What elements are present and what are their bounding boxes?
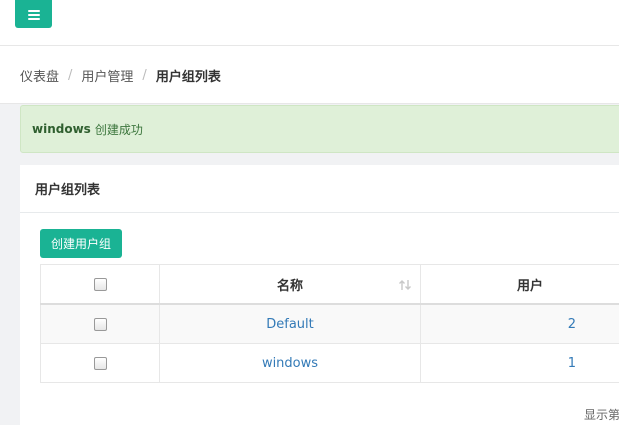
breadcrumb-bar: 仪表盘 / 用户管理 / 用户组列表 [0,46,619,104]
row-select-cell [41,304,160,344]
menu-toggle-button[interactable] [15,0,52,28]
user-count-cell: 2 [421,304,619,344]
breadcrumb-separator: / [68,68,72,83]
hamburger-menu-icon [28,10,40,19]
header-select-cell [41,265,160,305]
top-navbar [0,0,619,46]
alert-created-name: windows [32,122,91,136]
group-name-link[interactable]: Default [266,317,314,332]
user-count-link[interactable]: 1 [568,356,576,371]
select-all-checkbox[interactable] [94,278,107,291]
table-row: Default 2 [41,304,619,344]
row-checkbox[interactable] [94,357,107,370]
panel-title: 用户组列表 [20,165,619,213]
user-count-cell: 1 [421,344,619,383]
header-name-label: 名称 [277,279,303,294]
alert-message: 创建成功 [95,121,143,138]
group-name-link[interactable]: windows [262,356,318,371]
row-checkbox[interactable] [94,318,107,331]
group-name-cell: windows [160,344,421,383]
breadcrumb-item-current: 用户组列表 [156,66,221,85]
user-count-link[interactable]: 2 [568,317,576,332]
breadcrumb: 仪表盘 / 用户管理 / 用户组列表 [20,66,221,85]
table-header-row: 名称 用户 [41,265,619,305]
success-alert: windows 创建成功 [20,105,619,153]
create-group-button[interactable]: 创建用户组 [40,229,122,258]
table-row: windows 1 [41,344,619,383]
group-list-panel: 用户组列表 创建用户组 名称 用户 [20,165,619,425]
breadcrumb-item-dashboard[interactable]: 仪表盘 [20,66,59,85]
header-users[interactable]: 用户 [421,265,619,305]
breadcrumb-separator: / [142,68,146,83]
sort-icon[interactable] [398,278,412,292]
row-select-cell [41,344,160,383]
group-name-cell: Default [160,304,421,344]
group-table: 名称 用户 Default 2 [40,264,619,383]
header-name[interactable]: 名称 [160,265,421,305]
breadcrumb-item-user-management[interactable]: 用户管理 [81,66,133,85]
